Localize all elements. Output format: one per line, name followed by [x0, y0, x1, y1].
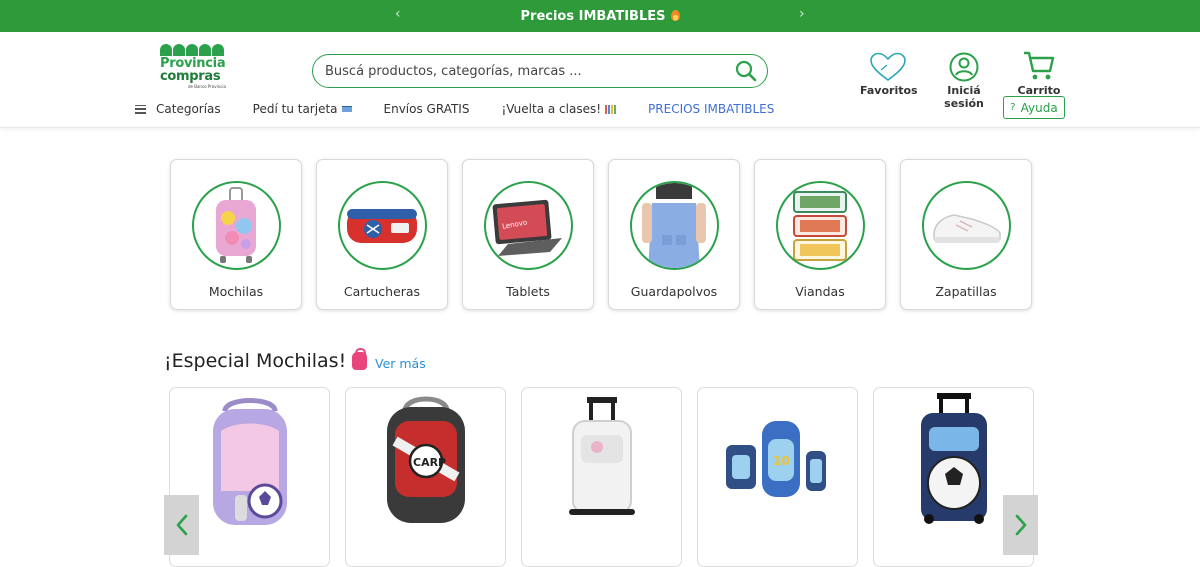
help-label: Ayuda	[1020, 100, 1058, 115]
books-icon	[605, 104, 617, 114]
logo-line2: compras	[160, 69, 221, 84]
product-carousel: CARP 10	[169, 387, 1034, 567]
category-card-cartucheras[interactable]: Cartucheras	[316, 159, 448, 310]
svg-text:10: 10	[773, 454, 790, 468]
trolley-backpack-icon	[568, 397, 635, 515]
nav-promo[interactable]: PRECIOS IMBATIBLES	[648, 102, 774, 116]
nav-card[interactable]: Pedí tu tarjeta	[253, 102, 352, 116]
pencil-case-icon	[347, 208, 417, 243]
help-button[interactable]: ? Ayuda	[1003, 96, 1065, 119]
nav-card-label: Pedí tu tarjeta	[252, 102, 338, 116]
login-label: Iniciá sesión	[944, 84, 984, 110]
category-image	[337, 181, 427, 270]
search-input[interactable]	[325, 63, 735, 79]
category-strip: Mochilas Cartucheras Lenovo Tablets Guar…	[170, 159, 1032, 310]
category-label: Tablets	[506, 284, 550, 299]
trolley-backpack-icon	[920, 393, 987, 524]
section-title: ¡Especial Mochilas!	[164, 348, 368, 372]
search-icon[interactable]	[735, 60, 757, 82]
site-header: Provincia compras de Banco Provincia Fav…	[0, 32, 1200, 128]
promo-text[interactable]: Precios IMBATIBLES	[521, 9, 680, 24]
category-image	[191, 181, 281, 270]
product-card[interactable]: 10	[697, 387, 858, 567]
category-card-zapatillas[interactable]: Zapatillas	[900, 159, 1032, 310]
promo-bar: ‹ Precios IMBATIBLES ›	[0, 0, 1200, 32]
carousel-prev-button[interactable]	[164, 495, 199, 555]
favorites-label: Favoritos	[860, 84, 918, 97]
nav-back-to-school-label: ¡Vuelta a clases!	[501, 102, 602, 116]
category-image	[775, 181, 865, 270]
category-label: Zapatillas	[935, 284, 997, 299]
question-icon: ?	[1010, 102, 1016, 113]
cart-icon	[1024, 51, 1055, 80]
backpack-emoji-icon	[352, 348, 368, 370]
favorites-button[interactable]: Favoritos	[860, 48, 918, 97]
category-label: Viandas	[795, 284, 845, 299]
credit-card-icon	[341, 106, 352, 112]
nav-shipping[interactable]: Envíos GRATIS	[384, 102, 470, 116]
category-card-guardapolvos[interactable]: Guardapolvos	[608, 159, 740, 310]
provincia-compras-logo[interactable]: Provincia compras de Banco Provincia	[160, 44, 226, 89]
nav-categories[interactable]: Categorías	[135, 102, 221, 116]
promo-next-arrow[interactable]: ›	[799, 6, 805, 22]
fire-icon	[670, 9, 680, 21]
main-nav: Categorías Pedí tu tarjeta Envíos GRATIS…	[135, 102, 806, 116]
category-label: Mochilas	[208, 284, 264, 299]
category-image	[629, 181, 719, 270]
lunchbox-icon	[793, 190, 847, 261]
section-title-text: ¡Especial Mochilas!	[164, 350, 347, 372]
see-more-link[interactable]: Ver más	[375, 356, 426, 371]
nav-shipping-label: Envíos GRATIS	[383, 102, 470, 116]
backpack-set-icon: 10	[725, 421, 826, 497]
category-label: Cartucheras	[343, 284, 421, 299]
logo-sub: de Banco Provincia	[187, 84, 226, 89]
user-icon	[949, 52, 979, 82]
product-card[interactable]	[521, 387, 682, 567]
backpack-icon	[216, 186, 256, 263]
menu-icon	[135, 104, 146, 114]
category-image	[921, 181, 1011, 270]
category-card-tablets[interactable]: Lenovo Tablets	[462, 159, 594, 310]
svg-text:CARP: CARP	[413, 456, 446, 469]
category-card-mochilas[interactable]: Mochilas	[170, 159, 302, 310]
category-card-viandas[interactable]: Viandas	[754, 159, 886, 310]
tablet-icon: Lenovo	[492, 199, 562, 256]
logo-mark	[160, 44, 226, 56]
apron-icon	[642, 183, 706, 268]
cart-button[interactable]: Carrito	[1016, 48, 1062, 97]
nav-categories-label: Categorías	[156, 102, 221, 116]
promo-prev-arrow[interactable]: ‹	[395, 6, 401, 22]
sneaker-icon	[933, 213, 1001, 243]
category-image: Lenovo	[483, 181, 573, 270]
product-card[interactable]: CARP	[345, 387, 506, 567]
chevron-left-icon	[176, 514, 187, 536]
search-bar	[312, 54, 768, 88]
nav-back-to-school[interactable]: ¡Vuelta a clases!	[501, 102, 617, 116]
login-button[interactable]: Iniciá sesión	[930, 48, 998, 110]
chevron-right-icon	[1015, 514, 1026, 536]
nav-promo-label: PRECIOS IMBATIBLES	[648, 102, 775, 116]
carousel-next-button[interactable]	[1003, 495, 1038, 555]
heart-icon	[870, 52, 906, 81]
category-label: Guardapolvos	[630, 284, 718, 299]
backpack-icon	[212, 398, 287, 525]
backpack-icon: CARP	[386, 396, 465, 523]
